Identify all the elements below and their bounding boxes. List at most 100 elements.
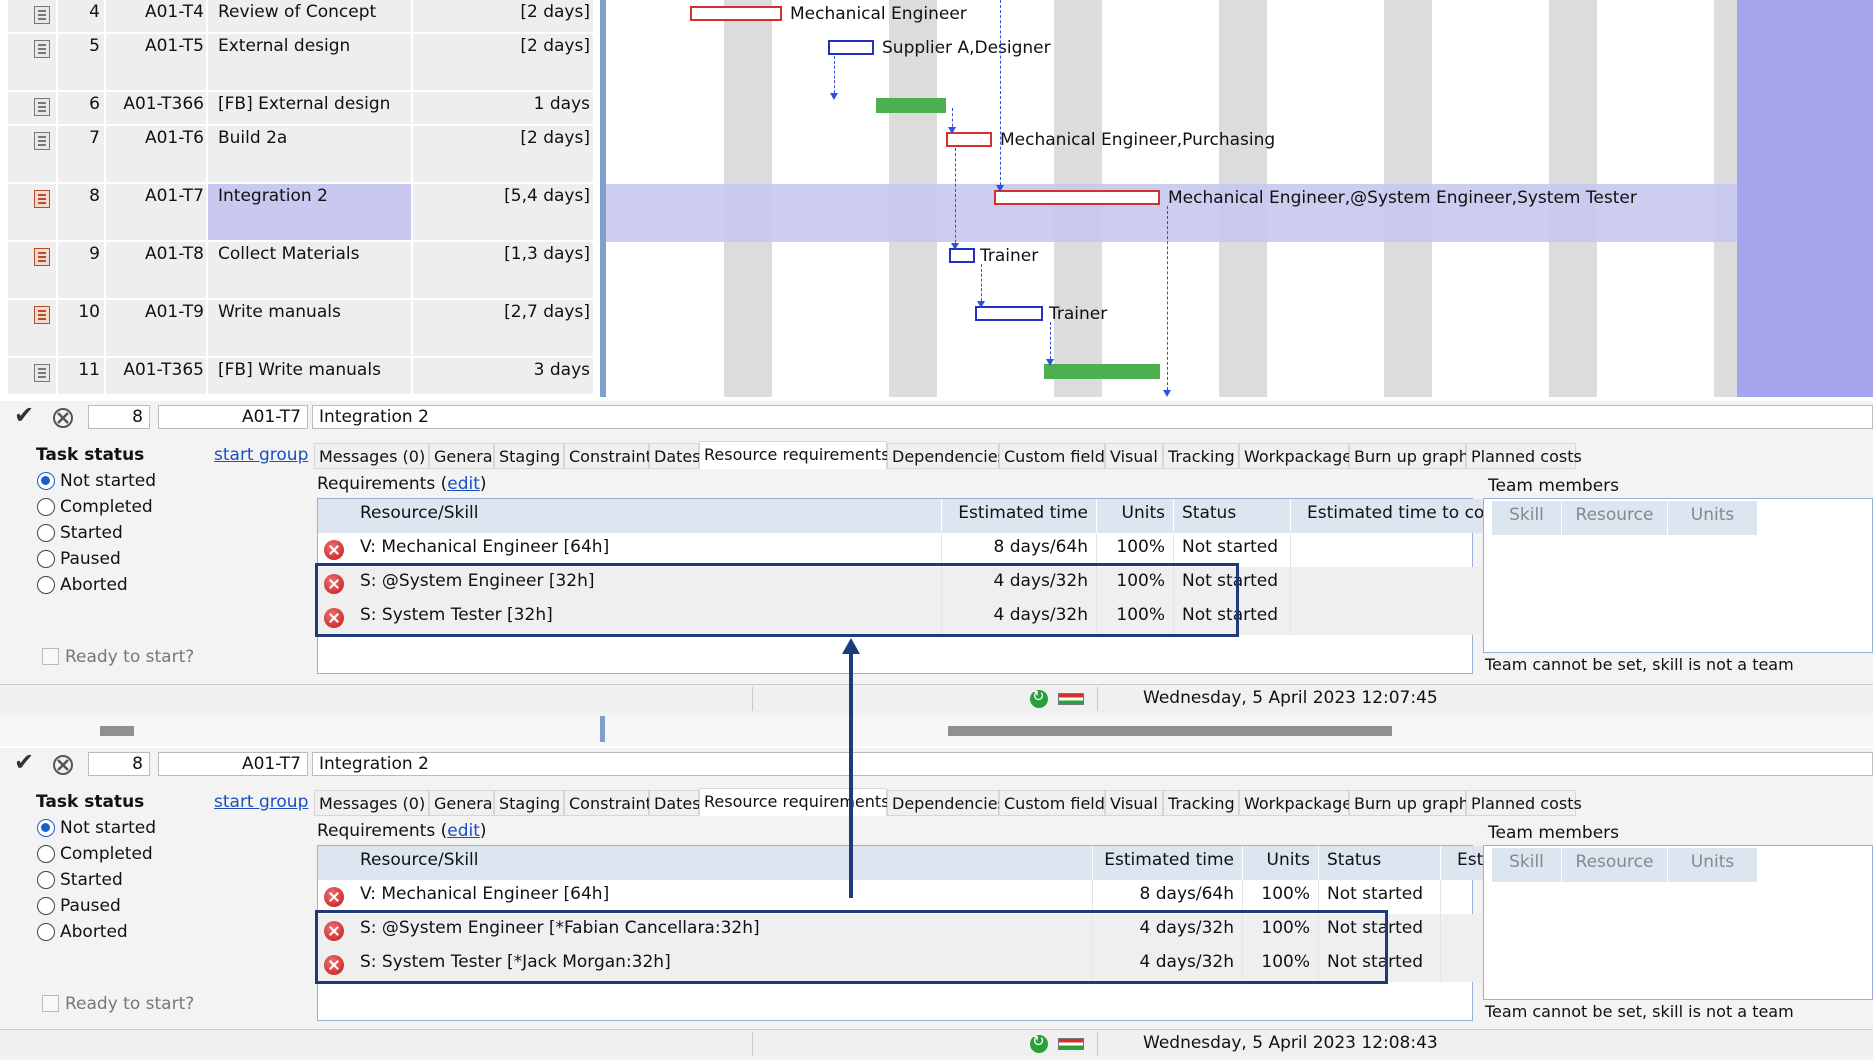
task-bar-7[interactable]	[946, 132, 992, 147]
tab-resource-requirements[interactable]: Resource requirements	[699, 441, 890, 469]
tab-constraint[interactable]: Constraint	[564, 790, 652, 816]
task-row[interactable]: 9 A01-T8 Collect Materials [1,3 days]	[0, 242, 600, 299]
task-name-field[interactable]: Integration 2	[312, 752, 1873, 776]
team-column-header[interactable]: Resource	[1562, 848, 1668, 882]
tab-custom-fields[interactable]: Custom fields	[999, 443, 1113, 469]
remove-requirement-icon[interactable]	[324, 887, 344, 907]
splitter-handle[interactable]	[600, 716, 605, 742]
edit-link[interactable]: edit	[447, 821, 480, 841]
column-header[interactable]: Estimated time	[1093, 846, 1243, 880]
tab-burn-up-graph[interactable]: Burn up graph	[1349, 790, 1469, 816]
task-row[interactable]: 8 A01-T7 Integration 2 [5,4 days]	[0, 184, 600, 241]
status-radio-started[interactable]	[37, 871, 55, 889]
refresh-icon[interactable]	[1030, 687, 1048, 708]
tab-workpackage[interactable]: Workpackage	[1239, 443, 1352, 469]
task-row[interactable]: 5 A01-T5 External design [2 days]	[0, 34, 600, 91]
tab-general[interactable]: General	[429, 790, 497, 816]
tab-tracking[interactable]: Tracking	[1163, 443, 1239, 469]
column-header[interactable]: Status	[1319, 846, 1441, 880]
task-number-field[interactable]: 8	[88, 752, 150, 776]
task-id-field[interactable]: A01-T7	[158, 405, 308, 429]
ready-checkbox[interactable]	[42, 995, 59, 1012]
task-id-field[interactable]: A01-T7	[158, 752, 308, 776]
status-radio-not-started[interactable]	[37, 819, 55, 837]
remove-requirement-icon[interactable]	[324, 540, 344, 560]
doc-icon[interactable]	[34, 364, 50, 382]
tab-dependencies[interactable]: Dependencies	[887, 790, 1006, 816]
refresh-icon[interactable]	[1030, 1032, 1048, 1053]
task-bar-10[interactable]	[975, 306, 1043, 321]
edit-link[interactable]: edit	[447, 474, 480, 494]
team-column-header[interactable]: Units	[1668, 848, 1758, 882]
task-row[interactable]: 10 A01-T9 Write manuals [2,7 days]	[0, 300, 600, 357]
doc-icon[interactable]	[34, 6, 50, 24]
scrollbar-thumb[interactable]	[948, 726, 1392, 736]
task-row[interactable]: 6 A01-T366 [FB] External design 1 days	[0, 92, 600, 125]
team-column-header[interactable]: Skill	[1492, 501, 1562, 535]
tab-burn-up-graph[interactable]: Burn up graph	[1349, 443, 1469, 469]
confirm-check-icon[interactable]: ✔	[14, 401, 34, 429]
task-bar-9[interactable]	[949, 248, 975, 263]
task-row[interactable]: 4 A01-T4 Review of Concept [2 days]	[0, 0, 600, 33]
tab-messages-0[interactable]: Messages (0)	[314, 443, 429, 469]
status-radio-paused[interactable]	[37, 550, 55, 568]
task-number-field[interactable]: 8	[88, 405, 150, 429]
doc-icon[interactable]	[34, 98, 50, 116]
column-header[interactable]: Status	[1174, 499, 1291, 533]
doc-red-icon[interactable]	[34, 306, 50, 324]
status-radio-aborted[interactable]	[37, 576, 55, 594]
team-column-header[interactable]: Units	[1668, 501, 1758, 535]
tab-staging[interactable]: Staging	[494, 790, 564, 816]
column-header[interactable]: Resource/Skill	[352, 846, 1093, 880]
tab-constraint[interactable]: Constraint	[564, 443, 652, 469]
doc-red-icon[interactable]	[34, 248, 50, 266]
task-bar-8[interactable]	[994, 190, 1160, 205]
status-radio-completed[interactable]	[37, 845, 55, 863]
tab-planned-costs[interactable]: Planned costs	[1466, 443, 1582, 469]
task-bar-6[interactable]	[876, 98, 946, 113]
task-row[interactable]: 7 A01-T6 Build 2a [2 days]	[0, 126, 600, 183]
cancel-icon[interactable]	[52, 754, 74, 776]
tab-staging[interactable]: Staging	[494, 443, 564, 469]
start-group-link[interactable]: start group	[214, 445, 308, 465]
tab-general[interactable]: General	[429, 443, 497, 469]
tab-dependencies[interactable]: Dependencies	[887, 443, 1006, 469]
task-name: External design	[218, 36, 351, 56]
tab-workpackage[interactable]: Workpackage	[1239, 790, 1352, 816]
column-header[interactable]: Units	[1243, 846, 1319, 880]
doc-red-icon[interactable]	[34, 190, 50, 208]
cancel-icon[interactable]	[52, 407, 74, 429]
tab-custom-fields[interactable]: Custom fields	[999, 790, 1113, 816]
tab-resource-requirements[interactable]: Resource requirements	[699, 788, 890, 816]
requirement-row[interactable]: V: Mechanical Engineer [64h] 8 days/64h 10…	[318, 533, 1553, 567]
status-radio-aborted[interactable]	[37, 923, 55, 941]
column-header[interactable]: Units	[1097, 499, 1174, 533]
tab-dates[interactable]: Dates	[649, 443, 701, 469]
task-duration: 1 days	[533, 94, 590, 114]
tab-planned-costs[interactable]: Planned costs	[1466, 790, 1582, 816]
status-radio-completed[interactable]	[37, 498, 55, 516]
status-radio-started[interactable]	[37, 524, 55, 542]
start-group-link[interactable]: start group	[214, 792, 308, 812]
task-bar-4[interactable]	[690, 6, 782, 21]
tab-dates[interactable]: Dates	[649, 790, 701, 816]
task-row[interactable]: 11 A01-T365 [FB] Write manuals 3 days	[0, 358, 600, 395]
tab-visual[interactable]: Visual	[1105, 790, 1163, 816]
column-header[interactable]: Estimated time	[942, 499, 1097, 533]
task-bar-11[interactable]	[1044, 364, 1160, 379]
doc-icon[interactable]	[34, 132, 50, 150]
task-bar-5[interactable]	[828, 40, 874, 55]
status-radio-paused[interactable]	[37, 897, 55, 915]
status-radio-not-started[interactable]	[37, 472, 55, 490]
confirm-check-icon[interactable]: ✔	[14, 748, 34, 776]
team-column-header[interactable]: Skill	[1492, 848, 1562, 882]
tab-tracking[interactable]: Tracking	[1163, 790, 1239, 816]
ready-checkbox[interactable]	[42, 648, 59, 665]
tab-visual[interactable]: Visual	[1105, 443, 1163, 469]
scrollbar-thumb[interactable]	[100, 726, 134, 736]
task-name-field[interactable]: Integration 2	[312, 405, 1873, 429]
tab-messages-0[interactable]: Messages (0)	[314, 790, 429, 816]
column-header[interactable]: Resource/Skill	[352, 499, 942, 533]
doc-icon[interactable]	[34, 40, 50, 58]
team-column-header[interactable]: Resource	[1562, 501, 1668, 535]
